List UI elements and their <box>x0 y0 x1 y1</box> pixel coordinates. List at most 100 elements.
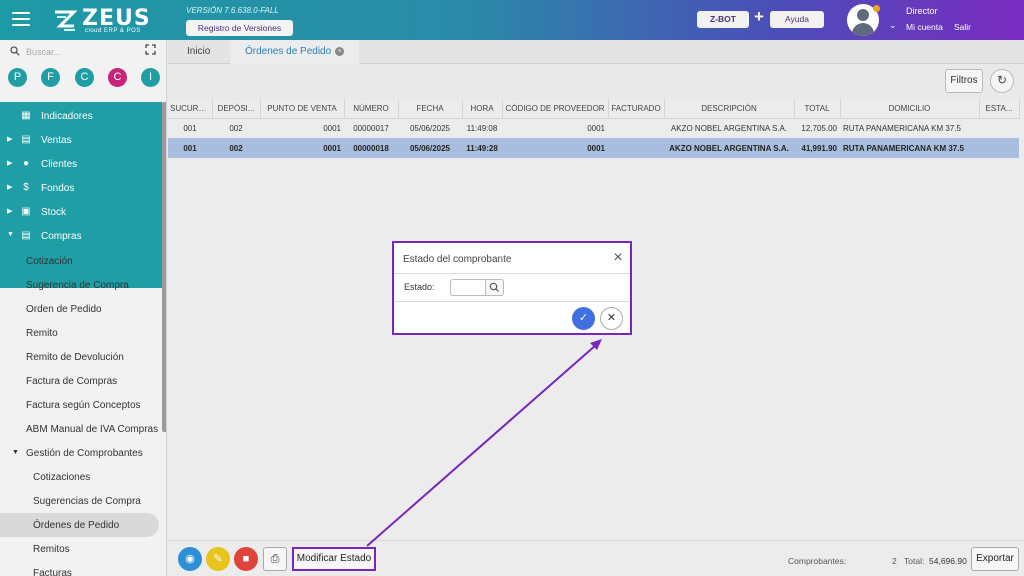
close-icon[interactable]: × <box>611 250 625 266</box>
cell-total: 12,705.00 <box>801 123 837 133</box>
zeus-logo[interactable]: ZEUS cloud ERP & POS <box>52 6 150 36</box>
cell-sucursal: 001 <box>168 138 212 158</box>
comprobantes-label: Comprobantes: <box>788 556 847 566</box>
sidebar-sub-sugerencia-compra[interactable]: Sugerencia de Compra <box>0 273 162 297</box>
sidebar-sub-remito-devolucion[interactable]: Remito de Devolución <box>0 345 162 369</box>
col-deposito[interactable]: DEPÓSI... <box>212 100 261 119</box>
cell-domicilio: RUTA PANAMERICANA KM 37.5 <box>843 123 961 133</box>
col-numero[interactable]: NÚMERO <box>344 100 399 119</box>
cell-punto-venta: 0001 <box>260 138 344 158</box>
shortcut-f[interactable]: F <box>41 68 60 87</box>
search-placeholder: Buscar... <box>26 47 62 57</box>
registro-versiones-button[interactable]: Registro de Versiones <box>186 20 293 36</box>
sidebar-sub-ordenes-pedido[interactable]: Órdenes de Pedido <box>0 513 159 537</box>
sidebar-sub-orden-pedido[interactable]: Orden de Pedido <box>0 297 162 321</box>
exportar-button[interactable]: Exportar <box>971 547 1019 571</box>
view-eye-icon[interactable]: ◉ <box>178 547 202 571</box>
fullscreen-icon[interactable] <box>145 44 156 55</box>
table-header-row: SUCURS... DEPÓSI... PUNTO DE VENTA NÚMER… <box>168 100 1020 119</box>
col-facturado[interactable]: FACTURADO <box>608 100 665 119</box>
caret-down-icon: ▼ <box>7 231 14 238</box>
cell-codigo-proveedor: 0001 <box>587 123 605 133</box>
shortcut-i[interactable]: I <box>141 68 160 87</box>
filtros-button[interactable]: Filtros <box>945 69 983 93</box>
cell-domicilio: RUTA PANAMERICANA KM 37.5 <box>840 138 979 158</box>
cell-fecha: 05/06/2025 <box>409 123 451 133</box>
edit-pencil-icon[interactable]: ✎ <box>206 547 230 571</box>
estado-input[interactable] <box>450 279 486 296</box>
col-domicilio[interactable]: DOMICILIO <box>840 100 980 119</box>
col-estado[interactable]: ESTA... <box>979 100 1020 119</box>
sidebar-sub-factura-conceptos[interactable]: Factura según Conceptos <box>0 393 162 417</box>
search-icon <box>10 46 20 56</box>
sidebar-sub-gestion-comprobantes[interactable]: ▼ Gestión de Comprobantes <box>0 441 162 465</box>
print-icon[interactable]: ⎙ <box>263 547 287 571</box>
col-total[interactable]: TOTAL <box>794 100 841 119</box>
delete-trash-icon[interactable]: ■ <box>234 547 258 571</box>
hamburger-menu-icon[interactable] <box>12 12 30 26</box>
col-codigo-proveedor[interactable]: CÓDIGO DE PROVEEDOR <box>502 100 609 119</box>
sidebar-item-fondos[interactable]: ▶ $ Fondos <box>0 176 162 200</box>
col-fecha[interactable]: FECHA <box>398 100 463 119</box>
caret-right-icon: ▶ <box>7 160 13 167</box>
sidebar-sub-cotizaciones[interactable]: Cotizaciones <box>0 465 162 489</box>
refresh-icon[interactable]: ↻ <box>990 69 1014 93</box>
table-row[interactable]: 001 002 0001 00000017 05/06/2025 11:49:0… <box>168 118 1019 138</box>
sidebar-sub-sugerencias-compra[interactable]: Sugerencias de Compra <box>0 489 162 513</box>
tab-inicio[interactable]: Inicio <box>187 40 210 64</box>
cell-numero: 00000018 <box>344 138 398 158</box>
sidebar-item-clientes[interactable]: ▶ ● Clientes <box>0 152 162 176</box>
cell-hora: 11:49:08 <box>466 123 498 133</box>
cell-facturado <box>608 118 664 138</box>
zbot-button[interactable]: Z-BOT <box>697 11 749 28</box>
user-name: Director <box>906 6 938 16</box>
sidebar: Buscar... P F C C I ▦ Indicadores ▶ ▤ Ve… <box>0 40 167 576</box>
mi-cuenta-link[interactable]: Mi cuenta <box>906 22 943 32</box>
sidebar-item-stock[interactable]: ▶ ▣ Stock <box>0 200 162 224</box>
sidebar-search[interactable]: Buscar... <box>10 46 150 60</box>
ayuda-button[interactable]: Ayuda <box>770 11 824 28</box>
shopping-cart-icon: ▤ <box>21 230 31 241</box>
shortcut-p[interactable]: P <box>8 68 27 87</box>
cancel-x-icon[interactable]: ✕ <box>600 307 623 330</box>
sidebar-scrollbar[interactable] <box>162 102 166 432</box>
sidebar-item-indicadores[interactable]: ▦ Indicadores <box>0 104 162 128</box>
salir-link[interactable]: Salir <box>954 22 971 32</box>
search-icon <box>489 282 499 292</box>
sidebar-sub-cotizacion[interactable]: Cotización <box>0 249 162 273</box>
sidebar-sub-facturas[interactable]: Facturas <box>0 561 162 576</box>
sidebar-sub-abm-iva[interactable]: ABM Manual de IVA Compras <box>0 417 162 441</box>
estado-modal: Estado del comprobante × Estado: ✓ ✕ <box>392 241 632 335</box>
box-icon: ▣ <box>21 206 31 217</box>
total-value: 54,696.90 <box>929 556 967 566</box>
modificar-estado-button[interactable]: Modificar Estado <box>292 547 376 571</box>
cell-total: 41,991.90 <box>794 138 840 158</box>
version-text: VERSIÓN 7.6.638.0-FALL <box>186 6 279 15</box>
cell-fecha: 05/06/2025 <box>398 138 462 158</box>
estado-label: Estado: <box>404 282 435 292</box>
col-punto-venta[interactable]: PUNTO DE VENTA <box>260 100 345 119</box>
cell-codigo-proveedor: 0001 <box>502 138 608 158</box>
logo-subtitle: cloud ERP & POS <box>85 28 141 34</box>
col-hora[interactable]: HORA <box>462 100 503 119</box>
tab-close-icon[interactable]: × <box>335 46 345 56</box>
shortcut-c-pink[interactable]: C <box>108 68 127 87</box>
chevron-down-icon[interactable]: ⌄ <box>889 20 897 31</box>
sidebar-item-compras[interactable]: ▼ ▤ Compras <box>0 224 162 248</box>
sidebar-item-ventas[interactable]: ▶ ▤ Ventas <box>0 128 162 152</box>
tab-ordenes-pedido[interactable]: Órdenes de Pedido × <box>230 40 360 64</box>
col-descripcion[interactable]: DESCRIPCIÓN <box>664 100 795 119</box>
estado-search-button[interactable] <box>485 279 504 296</box>
table-row-selected[interactable]: 001 002 0001 00000018 05/06/2025 11:49:2… <box>168 138 1019 158</box>
confirm-check-icon[interactable]: ✓ <box>572 307 595 330</box>
bottom-toolbar: ◉ ✎ ■ ⎙ Modificar Estado Comprobantes: 2… <box>168 540 1024 576</box>
sidebar-sub-factura-compras[interactable]: Factura de Compras <box>0 369 162 393</box>
cell-descripcion: AKZO NOBEL ARGENTINA S.A. <box>670 123 788 133</box>
col-sucursal[interactable]: SUCURS... <box>168 100 213 119</box>
shortcut-c[interactable]: C <box>75 68 94 87</box>
total-label: Total: <box>904 556 925 566</box>
cell-sucursal: 001 <box>183 123 197 133</box>
cell-punto-venta: 0001 <box>323 123 341 133</box>
sidebar-sub-remitos[interactable]: Remitos <box>0 537 162 561</box>
sidebar-sub-remito[interactable]: Remito <box>0 321 162 345</box>
